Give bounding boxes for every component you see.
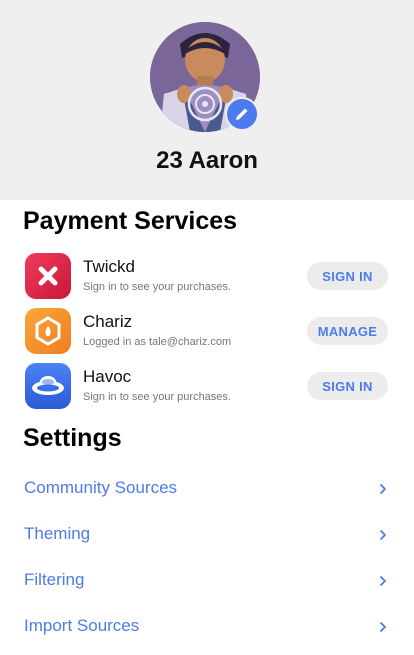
service-name: Twickd	[83, 257, 135, 276]
payment-services-title: Payment Services	[23, 207, 238, 235]
settings-item-theming[interactable]: Theming	[24, 519, 390, 549]
service-name: Havoc	[83, 367, 132, 386]
havoc-logo-icon	[25, 363, 71, 409]
chariz-manage-button[interactable]: MANAGE	[307, 317, 388, 345]
profile-header: 23 Aaron	[0, 0, 414, 200]
chevron-right-icon	[380, 530, 386, 540]
username: 23 Aaron	[156, 147, 258, 174]
settings-item-label: Theming	[24, 524, 91, 543]
service-row-chariz: Chariz Logged in as tale@chariz.com MANA…	[25, 308, 390, 354]
settings-item-import-sources[interactable]: Import Sources	[24, 611, 390, 641]
settings-title: Settings	[23, 424, 122, 452]
chevron-right-icon	[380, 484, 386, 494]
settings-item-label: Import Sources	[24, 616, 140, 635]
chevron-right-icon	[380, 576, 386, 586]
chariz-logo-icon	[25, 308, 71, 354]
settings-item-community-sources[interactable]: Community Sources	[24, 473, 390, 503]
settings-item-filtering[interactable]: Filtering	[24, 565, 390, 595]
service-subtitle: Sign in to see your purchases.	[83, 281, 231, 293]
service-subtitle: Logged in as tale@chariz.com	[83, 336, 232, 348]
twickd-logo-icon	[25, 253, 71, 299]
service-row-twickd: Twickd Sign in to see your purchases. SI…	[25, 253, 390, 299]
havoc-sign-in-button[interactable]: SIGN IN	[307, 372, 388, 400]
service-row-havoc: Havoc Sign in to see your purchases. SIG…	[25, 363, 390, 409]
service-subtitle: Sign in to see your purchases.	[83, 391, 231, 403]
chevron-right-icon	[380, 622, 386, 632]
settings-item-label: Filtering	[24, 570, 85, 589]
pencil-icon	[236, 108, 248, 120]
settings-item-label: Community Sources	[24, 478, 178, 497]
twickd-sign-in-button[interactable]: SIGN IN	[307, 262, 388, 290]
service-name: Chariz	[83, 312, 133, 331]
edit-avatar-button[interactable]	[225, 97, 259, 131]
